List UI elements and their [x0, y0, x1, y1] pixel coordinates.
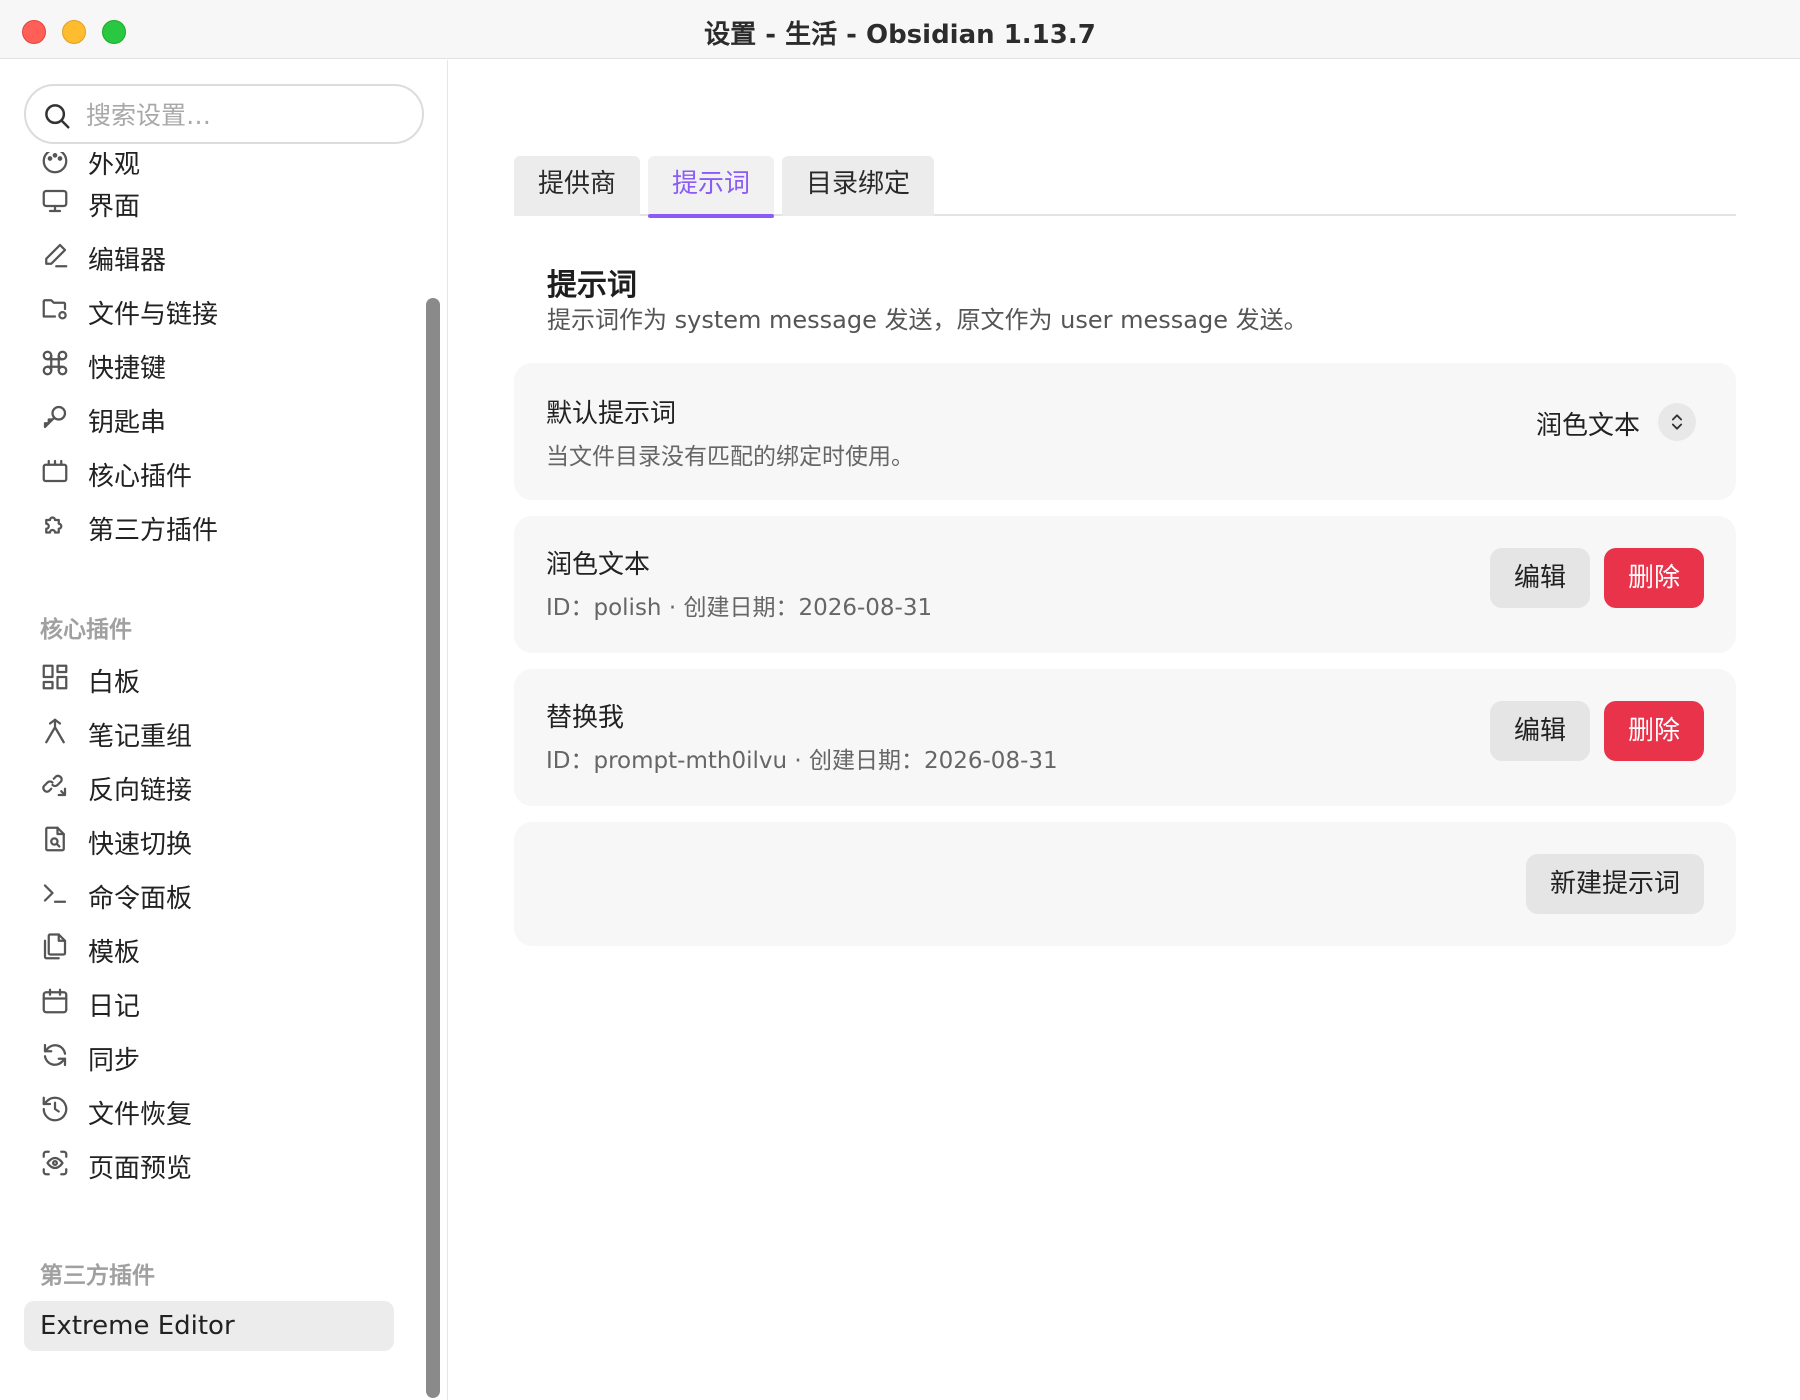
sidebar-item-extreme-editor[interactable]: Extreme Editor	[24, 1301, 394, 1351]
history-icon	[42, 1096, 68, 1122]
sidebar-item-label: 日记	[88, 992, 141, 1022]
scan-eye-icon	[42, 1150, 68, 1176]
delete-prompt-button[interactable]: 删除	[1604, 701, 1704, 761]
prompt-card: 润色文本 ID：polish · 创建日期：2026-08-31 编辑 删除	[514, 516, 1736, 653]
default-prompt-card: 默认提示词 当文件目录没有匹配的绑定时使用。 润色文本	[514, 363, 1736, 500]
refresh-icon	[43, 1043, 67, 1067]
prompt-card: 替换我 ID：prompt-mth0ilvu · 创建日期：2026-08-31…	[514, 669, 1736, 806]
sidebar-item-note-composer[interactable]: 笔记重组	[24, 707, 394, 755]
window-title: 设置 - 生活 - Obsidian 1.13.7	[704, 20, 1096, 50]
sidebar-item-label: 模板	[88, 938, 141, 968]
sidebar-item-editor[interactable]: 编辑器	[24, 231, 394, 279]
sidebar-item-label: 编辑器	[88, 246, 167, 276]
settings-search[interactable]	[24, 84, 424, 144]
sidebar-item-label: 同步	[88, 1046, 141, 1076]
prompt-title: 润色文本	[546, 550, 651, 580]
sidebar-item-label: 页面预览	[88, 1154, 193, 1184]
search-icon	[45, 104, 70, 129]
new-prompt-button[interactable]: 新建提示词	[1526, 854, 1704, 914]
tab-bar: 提供商 提示词 目录绑定	[514, 156, 1736, 218]
sidebar-item-file-recovery[interactable]: 文件恢复	[24, 1085, 394, 1133]
merge-icon	[45, 718, 65, 744]
sidebar-item-label: 命令面板	[88, 884, 193, 914]
tab-providers[interactable]: 提供商	[514, 156, 640, 216]
settings-content: 提供商 提示词 目录绑定 提示词 提示词作为 system message 发送…	[449, 60, 1800, 1400]
sidebar-item-page-preview[interactable]: 页面预览	[24, 1139, 394, 1187]
sidebar-item-label: 文件恢复	[88, 1100, 193, 1130]
tab-prompts[interactable]: 提示词	[648, 156, 774, 218]
sidebar-item-label: Extreme Editor	[40, 1311, 235, 1341]
layout-dashboard-icon	[42, 664, 68, 690]
prompt-meta: ID：prompt-mth0ilvu · 创建日期：2026-08-31	[546, 748, 1058, 774]
sidebar-item-label: 快捷键	[88, 354, 167, 384]
folder-cog-icon	[42, 299, 67, 320]
section-header-core-plugins: 核心插件	[40, 617, 132, 643]
default-prompt-select[interactable]: 润色文本	[1526, 403, 1696, 443]
default-prompt-select-value: 润色文本	[1535, 411, 1640, 441]
settings-sidebar: 外观 界面 编辑器 文件与链接 快捷键 钥匙串 核心插件	[0, 60, 448, 1400]
settings-window: 设置 - 生活 - Obsidian 1.13.7 外观 界面 编辑器 文件与链…	[0, 0, 1800, 1400]
edit-prompt-button[interactable]: 编辑	[1490, 701, 1590, 761]
sidebar-item-label: 文件与链接	[88, 300, 219, 330]
palette-icon	[42, 152, 68, 174]
sidebar-item-quick-switcher[interactable]: 快速切换	[24, 815, 394, 863]
sidebar-item-interface[interactable]: 界面	[24, 177, 394, 225]
puzzle-icon	[45, 516, 63, 534]
sidebar-item-label: 白板	[88, 668, 141, 698]
sidebar-item-templates[interactable]: 模板	[24, 923, 394, 971]
command-icon	[42, 350, 68, 376]
prompt-title: 替换我	[546, 703, 625, 733]
sidebar-scrollbar[interactable]	[426, 298, 440, 1398]
sidebar-item-daily-notes[interactable]: 日记	[24, 977, 394, 1025]
sidebar-item-canvas[interactable]: 白板	[24, 653, 394, 701]
tab-directory-binding[interactable]: 目录绑定	[782, 156, 934, 216]
sidebar-item-command-palette[interactable]: 命令面板	[24, 869, 394, 917]
section-description: 提示词作为 system message 发送，原文作为 user messag…	[547, 306, 1308, 334]
sidebar-item-third-party-plugins[interactable]: 第三方插件	[24, 501, 394, 549]
sidebar-item-hotkeys[interactable]: 快捷键	[24, 339, 394, 387]
box-icon	[42, 459, 68, 483]
section-title: 提示词	[547, 268, 637, 303]
monitor-icon	[42, 189, 68, 213]
file-search-icon	[45, 826, 65, 852]
delete-prompt-button[interactable]: 删除	[1604, 548, 1704, 608]
sidebar-item-label: 界面	[88, 192, 141, 222]
sidebar-item-files-links[interactable]: 文件与链接	[24, 285, 394, 333]
backlink-icon	[42, 774, 67, 797]
sidebar-item-keychain[interactable]: 钥匙串	[24, 393, 394, 441]
default-prompt-description: 当文件目录没有匹配的绑定时使用。	[546, 444, 914, 470]
terminal-icon	[43, 884, 67, 903]
key-icon	[43, 405, 67, 429]
search-input[interactable]	[86, 98, 406, 132]
files-icon	[43, 933, 67, 960]
section-header-third-party: 第三方插件	[40, 1263, 155, 1289]
sidebar-item-backlinks[interactable]: 反向链接	[24, 761, 394, 809]
sidebar-item-sync[interactable]: 同步	[24, 1031, 394, 1079]
sidebar-item-label: 钥匙串	[88, 408, 167, 438]
title-bar: 设置 - 生活 - Obsidian 1.13.7	[0, 0, 1800, 59]
chevrons-up-down-icon	[1658, 403, 1696, 441]
sidebar-item-label: 反向链接	[88, 776, 193, 806]
sidebar-item-label: 核心插件	[88, 462, 193, 492]
sidebar-item-label: 快速切换	[88, 830, 193, 860]
default-prompt-title: 默认提示词	[546, 399, 677, 429]
sidebar-item-label: 第三方插件	[88, 516, 219, 546]
prompt-meta: ID：polish · 创建日期：2026-08-31	[546, 595, 933, 621]
sidebar-item-label: 笔记重组	[88, 722, 193, 752]
edit-prompt-button[interactable]: 编辑	[1490, 548, 1590, 608]
pencil-icon	[45, 243, 68, 268]
calendar-icon	[42, 988, 68, 1014]
new-prompt-card: 新建提示词	[514, 822, 1736, 946]
sidebar-item-core-plugins[interactable]: 核心插件	[24, 447, 394, 495]
